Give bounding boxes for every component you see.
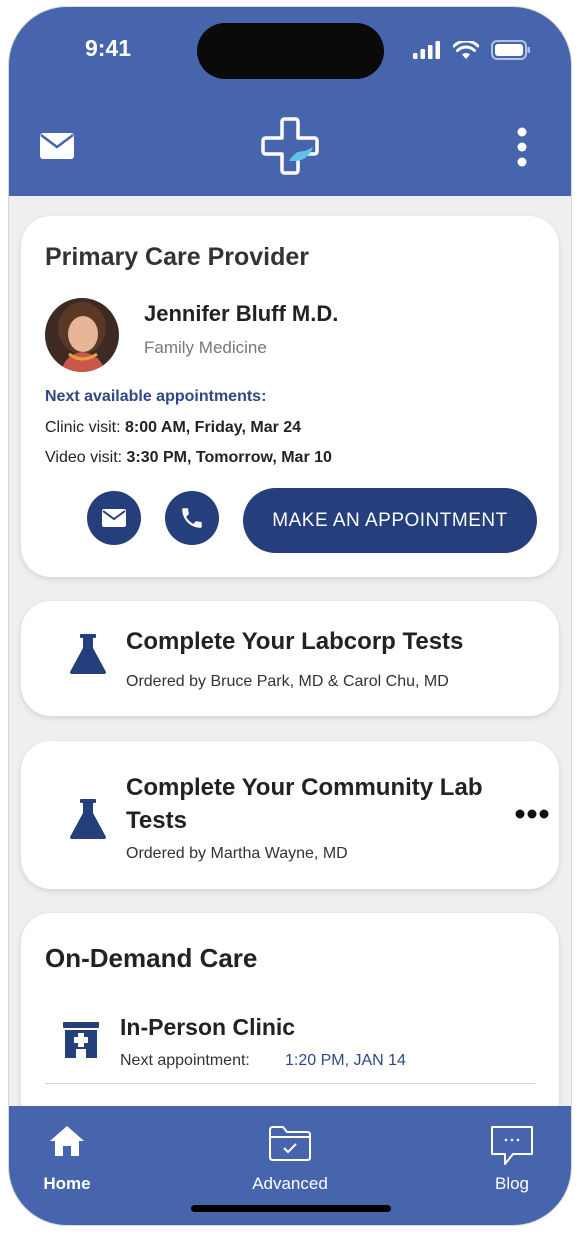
- tab-blog-label: Blog: [494, 1174, 530, 1193]
- phone-frame: 9:41 Primary Care Provider Jennifer Bluf…: [9, 7, 571, 1225]
- battery-icon: [491, 40, 530, 60]
- make-appointment-button[interactable]: MAKE AN APPOINTMENT: [243, 488, 537, 553]
- primary-care-card: Primary Care Provider Jennifer Bluff M.D…: [21, 216, 559, 577]
- community-lab-card[interactable]: Complete Your Community Lab Tests Ordere…: [21, 741, 559, 889]
- next-appointments-label: Next available appointments:: [45, 388, 267, 405]
- vertical-dots-icon[interactable]: [515, 127, 529, 172]
- status-time: 9:41: [85, 35, 132, 61]
- message-doctor-button[interactable]: [87, 491, 141, 545]
- flask-icon: [70, 799, 106, 839]
- clinic-visit-label: Clinic visit:: [45, 419, 126, 436]
- dynamic-island: [197, 23, 384, 79]
- next-appointment-label: Next appointment:: [120, 1052, 250, 1069]
- community-lab-ordered-by: Ordered by Martha Wayne, MD: [126, 845, 348, 862]
- doctor-name: Jennifer Bluff M.D.: [144, 301, 339, 326]
- status-icons: [413, 40, 531, 60]
- video-visit-row: Video visit: 3:30 PM, Tomorrow, Mar 10: [45, 449, 332, 467]
- clinic-visit-row: Clinic visit: 8:00 AM, Friday, Mar 24: [45, 419, 301, 437]
- clinic-visit-time: 8:00 AM, Friday, Mar 24: [125, 419, 302, 436]
- in-person-clinic-title[interactable]: In-Person Clinic: [120, 1014, 295, 1041]
- horizontal-dots-icon[interactable]: [515, 809, 549, 819]
- call-doctor-button[interactable]: [165, 491, 219, 545]
- community-lab-title: Complete Your Community Lab Tests: [126, 774, 483, 834]
- clinic-building-icon: [63, 1022, 99, 1058]
- mail-icon: [102, 509, 126, 527]
- doctor-specialty: Family Medicine: [144, 338, 267, 357]
- phone-icon: [182, 508, 202, 528]
- flask-icon: [70, 634, 106, 674]
- tab-home-label: Home: [43, 1174, 91, 1193]
- medical-cross-logo-icon: [261, 117, 319, 180]
- divider: [45, 1083, 535, 1084]
- chat-bubble-icon: [491, 1126, 533, 1165]
- home-indicator: [191, 1205, 391, 1212]
- video-visit-time: 3:30 PM, Tomorrow, Mar 10: [126, 449, 332, 466]
- labcorp-ordered-by: Ordered by Bruce Park, MD & Carol Chu, M…: [126, 673, 449, 690]
- doctor-avatar: [45, 298, 119, 372]
- signal-icon: [413, 41, 440, 59]
- on-demand-title: On-Demand Care: [45, 943, 258, 973]
- labcorp-tests-card[interactable]: Complete Your Labcorp Tests Ordered by B…: [21, 601, 559, 716]
- folder-check-icon: [269, 1126, 311, 1161]
- card-title: Primary Care Provider: [45, 243, 310, 271]
- labcorp-title: Complete Your Labcorp Tests: [126, 628, 464, 655]
- mail-icon[interactable]: [40, 133, 74, 164]
- video-visit-label: Video visit:: [45, 449, 127, 466]
- app-header: 9:41: [9, 7, 571, 196]
- tab-advanced-label: Advanced: [252, 1174, 328, 1193]
- home-icon: [50, 1126, 84, 1156]
- wifi-icon: [453, 40, 479, 59]
- next-appointment-time: 1:20 PM, JAN 14: [285, 1052, 406, 1069]
